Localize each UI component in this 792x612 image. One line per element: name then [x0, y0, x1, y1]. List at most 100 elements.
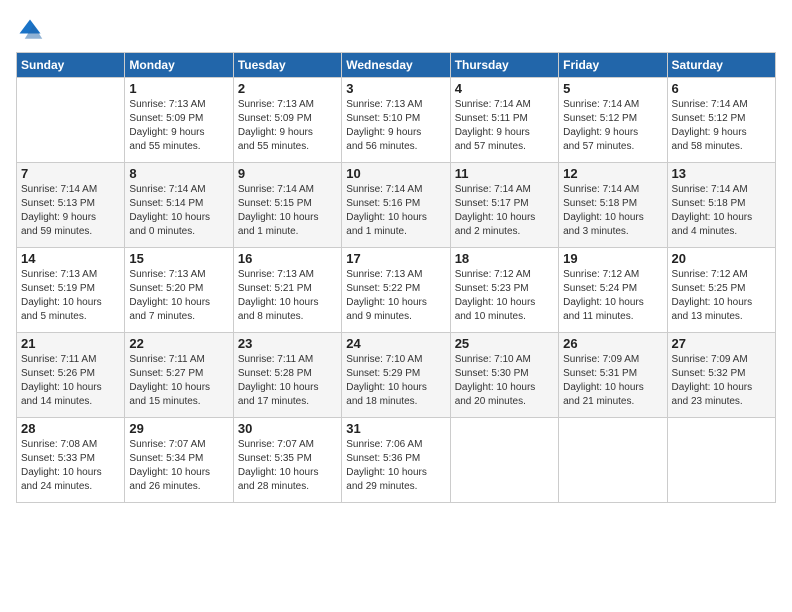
day-info: Sunrise: 7:13 AM Sunset: 5:10 PM Dayligh…: [346, 98, 445, 154]
day-info: Sunrise: 7:14 AM Sunset: 5:13 PM Dayligh…: [21, 183, 120, 239]
calendar-cell: 13 Sunrise: 7:14 AM Sunset: 5:18 PM Dayli…: [667, 163, 775, 248]
calendar-cell: 14Sunrise: 7:13 AM Sunset: 5:19 PM Dayli…: [17, 248, 125, 333]
day-info: Sunrise: 7:09 AM Sunset: 5:32 PM Dayligh…: [672, 353, 771, 409]
day-number: 9: [238, 166, 337, 181]
day-number: 31: [346, 421, 445, 436]
day-number: 27: [672, 336, 771, 351]
day-number: 20: [672, 251, 771, 266]
day-info: Sunrise: 7:08 AM Sunset: 5:33 PM Dayligh…: [21, 438, 120, 494]
day-number: 1: [129, 81, 228, 96]
day-info: Sunrise: 7:14 AM Sunset: 5:14 PM Dayligh…: [129, 183, 228, 239]
calendar-cell: 5 Sunrise: 7:14 AM Sunset: 5:12 PM Daylig…: [559, 78, 667, 163]
calendar-cell: 30Sunrise: 7:07 AM Sunset: 5:35 PM Dayli…: [233, 418, 341, 503]
day-info: Sunrise: 7:12 AM Sunset: 5:25 PM Dayligh…: [672, 268, 771, 324]
day-number: 13: [672, 166, 771, 181]
calendar-cell: 27 Sunrise: 7:09 AM Sunset: 5:32 PM Dayli…: [667, 333, 775, 418]
day-number: 25: [455, 336, 554, 351]
calendar-cell: [667, 418, 775, 503]
calendar-cell: 10Sunrise: 7:14 AM Sunset: 5:16 PM Dayli…: [342, 163, 450, 248]
col-header-sunday: Sunday: [17, 53, 125, 78]
calendar-cell: 8Sunrise: 7:14 AM Sunset: 5:14 PM Daylig…: [125, 163, 233, 248]
day-number: 7: [21, 166, 120, 181]
day-number: 2: [238, 81, 337, 96]
col-header-friday: Friday: [559, 53, 667, 78]
calendar-cell: 15 Sunrise: 7:13 AM Sunset: 5:20 PM Dayli…: [125, 248, 233, 333]
day-info: Sunrise: 7:13 AM Sunset: 5:09 PM Dayligh…: [129, 98, 228, 154]
calendar-cell: 23 Sunrise: 7:11 AM Sunset: 5:28 PM Dayli…: [233, 333, 341, 418]
week-row-1: 1 Sunrise: 7:13 AM Sunset: 5:09 PM Daylig…: [17, 78, 776, 163]
day-number: 24: [346, 336, 445, 351]
calendar-cell: 31 Sunrise: 7:06 AM Sunset: 5:36 PM Dayli…: [342, 418, 450, 503]
day-info: Sunrise: 7:14 AM Sunset: 5:15 PM Dayligh…: [238, 183, 337, 239]
logo: [16, 16, 46, 44]
day-info: Sunrise: 7:07 AM Sunset: 5:34 PM Dayligh…: [129, 438, 228, 494]
header: [16, 16, 776, 44]
day-number: 19: [563, 251, 662, 266]
calendar-cell: 21Sunrise: 7:11 AM Sunset: 5:26 PM Dayli…: [17, 333, 125, 418]
day-number: 28: [21, 421, 120, 436]
day-info: Sunrise: 7:13 AM Sunset: 5:09 PM Dayligh…: [238, 98, 337, 154]
day-info: Sunrise: 7:14 AM Sunset: 5:11 PM Dayligh…: [455, 98, 554, 154]
day-number: 3: [346, 81, 445, 96]
calendar-cell: 1 Sunrise: 7:13 AM Sunset: 5:09 PM Daylig…: [125, 78, 233, 163]
calendar-cell: 26 Sunrise: 7:09 AM Sunset: 5:31 PM Dayli…: [559, 333, 667, 418]
calendar-cell: 16 Sunrise: 7:13 AM Sunset: 5:21 PM Dayli…: [233, 248, 341, 333]
calendar-cell: 12 Sunrise: 7:14 AM Sunset: 5:18 PM Dayli…: [559, 163, 667, 248]
calendar-cell: 28 Sunrise: 7:08 AM Sunset: 5:33 PM Dayli…: [17, 418, 125, 503]
day-number: 14: [21, 251, 120, 266]
calendar-cell: 9 Sunrise: 7:14 AM Sunset: 5:15 PM Daylig…: [233, 163, 341, 248]
day-info: Sunrise: 7:11 AM Sunset: 5:28 PM Dayligh…: [238, 353, 337, 409]
col-header-wednesday: Wednesday: [342, 53, 450, 78]
page-container: SundayMondayTuesdayWednesdayThursdayFrid…: [0, 0, 792, 511]
day-number: 5: [563, 81, 662, 96]
calendar-cell: 17 Sunrise: 7:13 AM Sunset: 5:22 PM Dayli…: [342, 248, 450, 333]
week-row-5: 28 Sunrise: 7:08 AM Sunset: 5:33 PM Dayli…: [17, 418, 776, 503]
week-row-2: 7 Sunrise: 7:14 AM Sunset: 5:13 PM Daylig…: [17, 163, 776, 248]
day-info: Sunrise: 7:13 AM Sunset: 5:20 PM Dayligh…: [129, 268, 228, 324]
day-info: Sunrise: 7:11 AM Sunset: 5:27 PM Dayligh…: [129, 353, 228, 409]
day-info: Sunrise: 7:14 AM Sunset: 5:18 PM Dayligh…: [563, 183, 662, 239]
calendar-cell: 25 Sunrise: 7:10 AM Sunset: 5:30 PM Dayli…: [450, 333, 558, 418]
day-info: Sunrise: 7:12 AM Sunset: 5:23 PM Dayligh…: [455, 268, 554, 324]
day-number: 18: [455, 251, 554, 266]
header-row: SundayMondayTuesdayWednesdayThursdayFrid…: [17, 53, 776, 78]
calendar-cell: 18 Sunrise: 7:12 AM Sunset: 5:23 PM Dayli…: [450, 248, 558, 333]
col-header-thursday: Thursday: [450, 53, 558, 78]
calendar-cell: [559, 418, 667, 503]
day-number: 23: [238, 336, 337, 351]
calendar-cell: 24 Sunrise: 7:10 AM Sunset: 5:29 PM Dayli…: [342, 333, 450, 418]
day-number: 16: [238, 251, 337, 266]
calendar-cell: 2 Sunrise: 7:13 AM Sunset: 5:09 PM Daylig…: [233, 78, 341, 163]
day-info: Sunrise: 7:09 AM Sunset: 5:31 PM Dayligh…: [563, 353, 662, 409]
day-info: Sunrise: 7:13 AM Sunset: 5:22 PM Dayligh…: [346, 268, 445, 324]
day-info: Sunrise: 7:14 AM Sunset: 5:16 PM Dayligh…: [346, 183, 445, 239]
day-info: Sunrise: 7:13 AM Sunset: 5:21 PM Dayligh…: [238, 268, 337, 324]
day-info: Sunrise: 7:12 AM Sunset: 5:24 PM Dayligh…: [563, 268, 662, 324]
calendar-cell: 3 Sunrise: 7:13 AM Sunset: 5:10 PM Daylig…: [342, 78, 450, 163]
day-info: Sunrise: 7:10 AM Sunset: 5:29 PM Dayligh…: [346, 353, 445, 409]
day-number: 22: [129, 336, 228, 351]
day-info: Sunrise: 7:14 AM Sunset: 5:12 PM Dayligh…: [563, 98, 662, 154]
calendar-cell: 20 Sunrise: 7:12 AM Sunset: 5:25 PM Dayli…: [667, 248, 775, 333]
day-info: Sunrise: 7:11 AM Sunset: 5:26 PM Dayligh…: [21, 353, 120, 409]
col-header-tuesday: Tuesday: [233, 53, 341, 78]
day-number: 30: [238, 421, 337, 436]
calendar-cell: 11Sunrise: 7:14 AM Sunset: 5:17 PM Dayli…: [450, 163, 558, 248]
day-number: 17: [346, 251, 445, 266]
day-number: 4: [455, 81, 554, 96]
logo-icon: [16, 16, 44, 44]
day-info: Sunrise: 7:14 AM Sunset: 5:18 PM Dayligh…: [672, 183, 771, 239]
day-number: 26: [563, 336, 662, 351]
col-header-saturday: Saturday: [667, 53, 775, 78]
week-row-3: 14Sunrise: 7:13 AM Sunset: 5:19 PM Dayli…: [17, 248, 776, 333]
calendar-cell: 19 Sunrise: 7:12 AM Sunset: 5:24 PM Dayli…: [559, 248, 667, 333]
day-info: Sunrise: 7:14 AM Sunset: 5:17 PM Dayligh…: [455, 183, 554, 239]
day-number: 12: [563, 166, 662, 181]
day-number: 15: [129, 251, 228, 266]
calendar-cell: 22 Sunrise: 7:11 AM Sunset: 5:27 PM Dayli…: [125, 333, 233, 418]
day-info: Sunrise: 7:06 AM Sunset: 5:36 PM Dayligh…: [346, 438, 445, 494]
day-info: Sunrise: 7:10 AM Sunset: 5:30 PM Dayligh…: [455, 353, 554, 409]
calendar-cell: [450, 418, 558, 503]
calendar-cell: 6Sunrise: 7:14 AM Sunset: 5:12 PM Daylig…: [667, 78, 775, 163]
calendar-cell: 4 Sunrise: 7:14 AM Sunset: 5:11 PM Daylig…: [450, 78, 558, 163]
